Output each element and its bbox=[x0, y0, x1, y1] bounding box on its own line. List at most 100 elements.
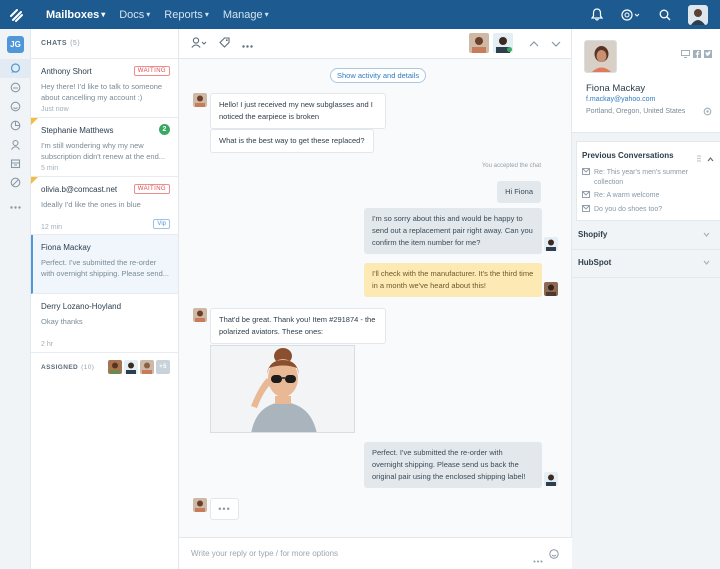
blocked-icon[interactable] bbox=[0, 173, 31, 192]
inbox-icon[interactable] bbox=[0, 78, 31, 97]
envelope-icon bbox=[582, 191, 590, 202]
reply-input[interactable] bbox=[191, 549, 511, 558]
user-avatar[interactable] bbox=[688, 4, 708, 25]
chevron-down-icon: ▾ bbox=[264, 10, 269, 19]
divider bbox=[572, 277, 720, 278]
attached-photo[interactable] bbox=[210, 345, 355, 433]
chat-item-derry-lozano-hoyland[interactable]: Derry Lozano-Hoyland Okay thanks 2 hr bbox=[31, 294, 178, 353]
nav-reports[interactable]: Reports ▾ bbox=[164, 9, 209, 21]
assigned-section[interactable]: ASSIGNED (10) +5 bbox=[31, 353, 178, 381]
assigned-avatar[interactable] bbox=[108, 360, 122, 374]
chat-bubble-icon[interactable] bbox=[0, 59, 31, 78]
chat-item-anthony-short[interactable]: Anthony Short WAITING Hey there! I'd lik… bbox=[31, 59, 178, 118]
chevron-down-icon: ▾ bbox=[146, 10, 151, 19]
vip-badge: Vip bbox=[153, 219, 170, 229]
customer-profile-avatar bbox=[584, 40, 617, 73]
customer-sidebar: Fiona Mackay f.mackay@yahoo.com Portland… bbox=[572, 29, 720, 569]
archive-icon[interactable] bbox=[0, 154, 31, 173]
chevron-down-icon: ▾ bbox=[101, 10, 106, 19]
chat-snippet: Perfect. I've submitted the re-order wit… bbox=[41, 258, 169, 278]
customer-message-avatar bbox=[193, 308, 207, 322]
chevron-up-icon[interactable] bbox=[707, 151, 714, 165]
more-assigned-badge[interactable]: +5 bbox=[156, 360, 170, 374]
emoji-icon[interactable] bbox=[549, 548, 559, 562]
agent-message: Hi Fiona bbox=[497, 181, 541, 203]
customer-name: Fiona Mackay bbox=[586, 83, 646, 94]
previous-conversation-item[interactable]: Do you do shoes too? bbox=[582, 205, 712, 216]
chevron-down-icon bbox=[703, 230, 710, 239]
internal-note: I'll check with the manufacturer. It's t… bbox=[364, 263, 542, 297]
nav-docs[interactable]: Docs ▾ bbox=[119, 9, 150, 21]
assigned-avatar[interactable] bbox=[140, 360, 154, 374]
previous-conversations-panel: Previous Conversations Re: This year's m… bbox=[576, 141, 720, 221]
waiting-badge: WAITING bbox=[133, 66, 170, 76]
drag-handle-icon[interactable] bbox=[697, 151, 701, 165]
people-icon[interactable] bbox=[0, 135, 31, 154]
bell-icon[interactable] bbox=[580, 0, 614, 29]
tag-icon[interactable] bbox=[219, 36, 230, 51]
conversation-pane: Show activity and details Hello! I just … bbox=[179, 29, 572, 569]
previous-conversation-item[interactable]: Re: This year's men's summer collection bbox=[582, 168, 712, 188]
assign-user-icon[interactable] bbox=[191, 36, 207, 51]
hubspot-section[interactable]: HubSpot bbox=[578, 258, 714, 267]
previous-conversation-item[interactable]: Re: A warm welcome bbox=[582, 191, 712, 202]
envelope-icon bbox=[582, 168, 590, 188]
customer-email-link[interactable]: f.mackay@yahoo.com bbox=[586, 96, 655, 103]
left-rail: JG bbox=[0, 29, 31, 569]
top-nav: Mailboxes ▾ Docs ▾ Reports ▾ Manage ▾ bbox=[0, 0, 720, 29]
chevron-down-icon: ▾ bbox=[204, 10, 209, 19]
chevron-down-icon[interactable] bbox=[551, 36, 561, 50]
typing-indicator: ••• bbox=[210, 498, 239, 520]
agent-avatar[interactable] bbox=[493, 33, 513, 53]
nav-mailboxes[interactable]: Mailboxes ▾ bbox=[46, 9, 105, 21]
chat-snippet: Okay thanks bbox=[41, 317, 83, 326]
chat-snippet: I'm still wondering why my new subscript… bbox=[41, 141, 166, 161]
customer-profile: Fiona Mackay f.mackay@yahoo.com Portland… bbox=[572, 29, 720, 133]
divider bbox=[572, 249, 720, 250]
helpscout-logo-icon[interactable] bbox=[0, 0, 32, 29]
chats-header: CHATS (5) bbox=[31, 29, 178, 59]
chat-list: CHATS (5) Anthony Short WAITING Hey there… bbox=[31, 29, 179, 569]
customer-message-avatar bbox=[193, 93, 207, 107]
assigned-avatar[interactable] bbox=[124, 360, 138, 374]
customer-location: Portland, Oregon, United States bbox=[586, 108, 686, 115]
status-globe-icon[interactable] bbox=[614, 0, 648, 29]
chat-snippet: Ideally I'd like the ones in blue bbox=[41, 200, 141, 209]
more-actions-icon[interactable] bbox=[242, 37, 253, 51]
shopify-section[interactable]: Shopify bbox=[578, 230, 714, 239]
flag-marker bbox=[31, 118, 38, 125]
envelope-icon bbox=[582, 205, 590, 216]
nav-manage[interactable]: Manage ▾ bbox=[223, 9, 269, 21]
agent-message: I'm so sorry about this and would be hap… bbox=[364, 208, 542, 254]
search-icon[interactable] bbox=[648, 0, 682, 29]
chat-name: Stephanie Matthews bbox=[41, 126, 114, 135]
note-author-avatar bbox=[544, 282, 558, 296]
chat-item-olivia[interactable]: olivia.b@comcast.net WAITING Ideally I'd… bbox=[31, 177, 178, 235]
customer-message: What is the best way to get these replac… bbox=[210, 129, 374, 153]
unread-count-badge: 2 bbox=[159, 124, 170, 135]
agent-message-avatar bbox=[544, 237, 558, 251]
gear-icon[interactable] bbox=[703, 105, 712, 119]
waiting-badge: WAITING bbox=[133, 184, 170, 194]
chat-name: Derry Lozano-Hoyland bbox=[41, 302, 122, 311]
chat-item-fiona-mackay[interactable]: Fiona Mackay Perfect. I've submitted the… bbox=[31, 235, 178, 294]
flag-marker bbox=[31, 177, 38, 184]
chat-time: 12 min bbox=[41, 224, 63, 231]
pie-chart-icon[interactable] bbox=[0, 116, 31, 135]
chat-snippet: Hey there! I'd like to talk to someone a… bbox=[41, 82, 163, 102]
chat-item-stephanie-matthews[interactable]: Stephanie Matthews 2 I'm still wondering… bbox=[31, 118, 178, 177]
chevron-up-icon[interactable] bbox=[529, 36, 539, 50]
composer-more-icon[interactable] bbox=[533, 552, 543, 566]
twitter-icon[interactable] bbox=[704, 47, 712, 61]
agent-message-avatar bbox=[544, 472, 558, 486]
more-icon[interactable] bbox=[0, 198, 31, 217]
customer-avatar[interactable] bbox=[469, 33, 489, 53]
smiley-icon[interactable] bbox=[0, 97, 31, 116]
chat-name: Fiona Mackay bbox=[41, 243, 91, 252]
show-activity-button[interactable]: Show activity and details bbox=[330, 68, 427, 83]
chat-time: 2 hr bbox=[41, 341, 54, 348]
user-initials-badge[interactable]: JG bbox=[7, 36, 24, 53]
monitor-icon[interactable] bbox=[681, 47, 690, 61]
facebook-icon[interactable] bbox=[693, 47, 701, 61]
previous-conversations-title: Previous Conversations bbox=[582, 151, 674, 160]
